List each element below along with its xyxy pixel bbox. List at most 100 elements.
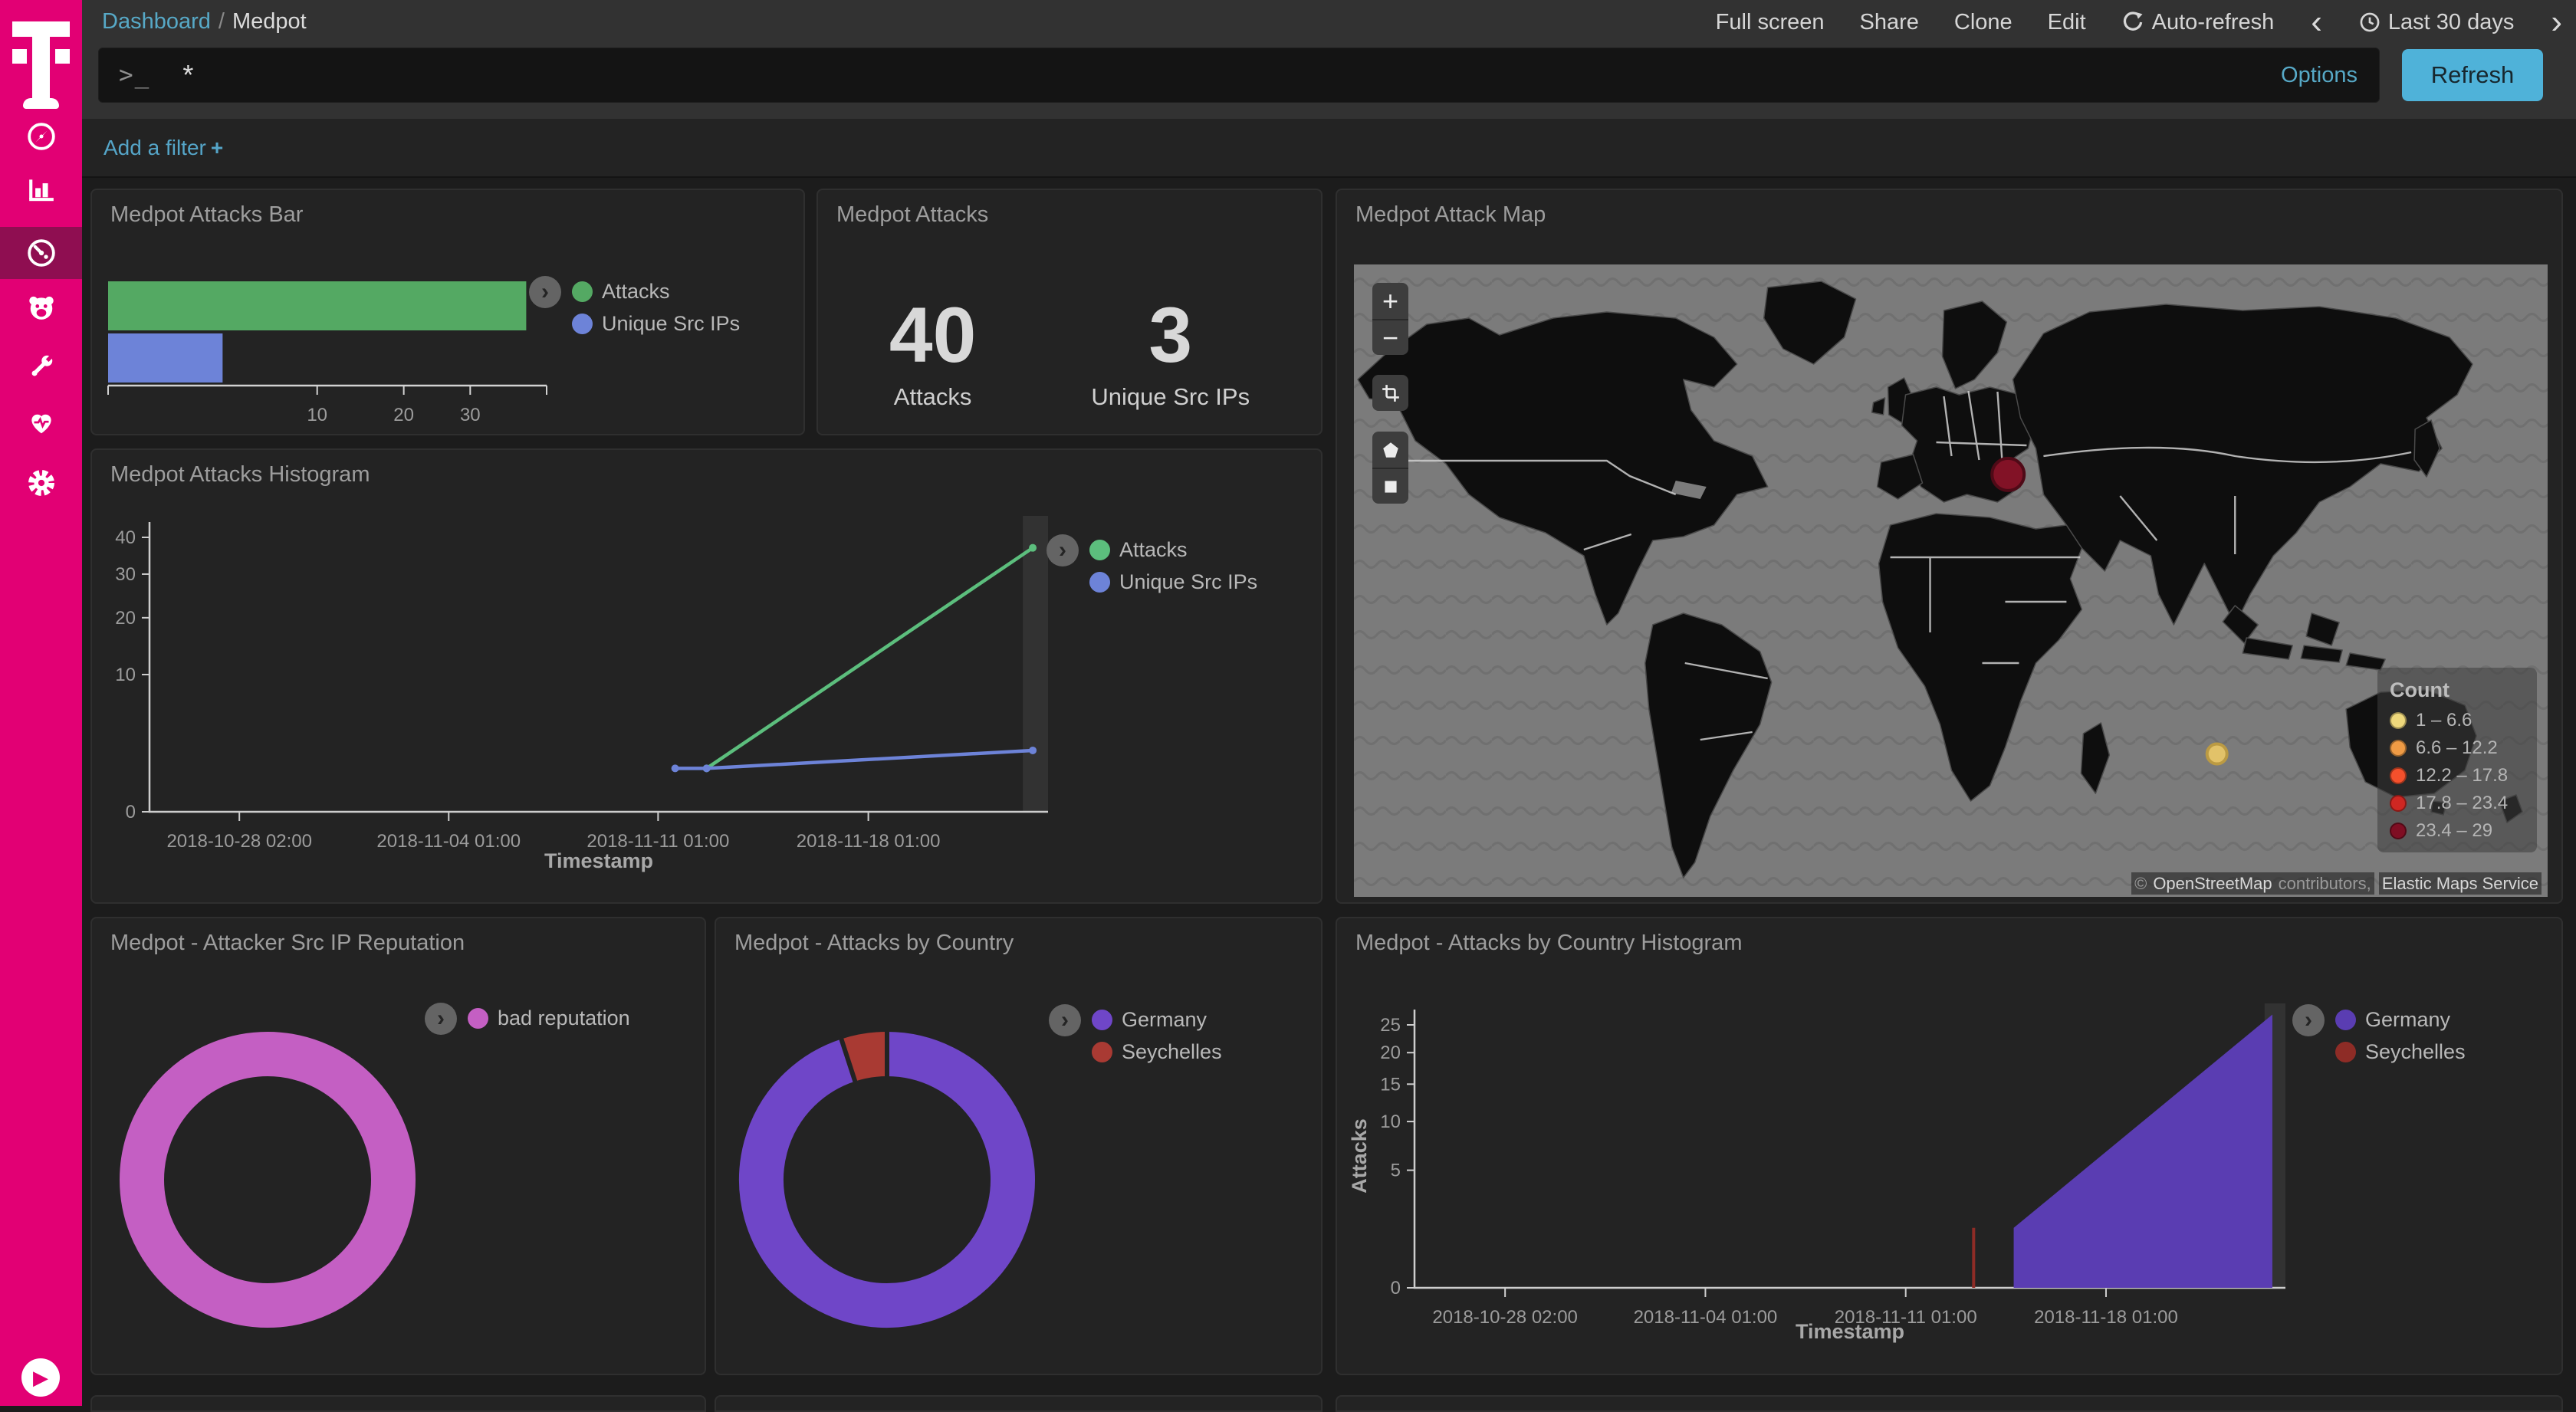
time-range-label: Last 30 days	[2388, 10, 2514, 35]
time-forward-button[interactable]: ›	[2549, 5, 2564, 39]
legend-item-germany[interactable]: Germany	[1092, 1008, 1222, 1032]
chart-legend: › Germany Seychelles	[1049, 1004, 1222, 1064]
breadcrumb-dashboard-link[interactable]: Dashboard	[102, 9, 211, 34]
crop-icon	[1381, 383, 1401, 403]
legend-item-germany[interactable]: Germany	[2335, 1008, 2466, 1032]
series-color-dot	[572, 314, 593, 334]
legend-item-bad-reputation[interactable]: bad reputation	[468, 1006, 630, 1030]
panel-country-histogram: Medpot - Attacks by Country Histogram 05…	[1336, 917, 2563, 1375]
svg-text:30: 30	[460, 405, 481, 425]
legend-label: Germany	[2365, 1008, 2450, 1032]
svg-text:5: 5	[1391, 1161, 1401, 1181]
legend-label: Attacks	[1119, 538, 1188, 562]
gauge-icon	[27, 238, 56, 268]
map-zoom-in-button[interactable]: +	[1372, 283, 1408, 319]
legend-toggle-button[interactable]: ›	[1049, 1004, 1081, 1036]
svg-text:2018-11-11 01:00: 2018-11-11 01:00	[586, 831, 729, 852]
legend-item-unique-src-ips[interactable]: Unique Src IPs	[572, 312, 740, 336]
bucket-color-dot	[2390, 712, 2407, 729]
sidebar-item-visualize[interactable]	[0, 163, 82, 215]
breadcrumb: Dashboard/Medpot	[102, 9, 307, 34]
legend-item-attacks[interactable]: Attacks	[572, 280, 740, 304]
metric-label: Unique Src IPs	[1091, 383, 1250, 411]
legend-item-seychelles[interactable]: Seychelles	[2335, 1040, 2466, 1064]
svg-text:Timestamp: Timestamp	[1796, 1320, 1904, 1343]
series-color-dot	[1092, 1010, 1112, 1030]
legend-item-attacks[interactable]: Attacks	[1089, 538, 1257, 562]
map-fit-bounds-button[interactable]	[1372, 375, 1408, 411]
bucket-color-dot	[2390, 740, 2407, 757]
clone-button[interactable]: Clone	[1954, 10, 2013, 35]
series-color-dot	[1092, 1042, 1112, 1062]
share-button[interactable]: Share	[1860, 10, 1919, 35]
sidebar-item-discover[interactable]	[0, 110, 82, 163]
metric-attacks: 40 Attacks	[889, 296, 976, 411]
legend-toggle-button[interactable]: ›	[529, 276, 561, 308]
sidebar-item-timelion[interactable]	[0, 281, 82, 333]
top-navigation-bar: Dashboard/Medpot Full screen Share Clone…	[82, 0, 2576, 119]
metric-value: 40	[889, 296, 976, 374]
sidebar-item-monitoring[interactable]	[0, 396, 82, 448]
svg-text:2018-11-18 01:00: 2018-11-18 01:00	[797, 831, 941, 852]
map-draw-rectangle-button[interactable]	[1372, 468, 1408, 504]
bucket-color-dot	[2390, 823, 2407, 839]
attacks-histogram-chart[interactable]: 0102030402018-10-28 02:002018-11-04 01:0…	[92, 450, 1321, 902]
legend-item-seychelles[interactable]: Seychelles	[1092, 1040, 1222, 1064]
breadcrumb-current-page: Medpot	[232, 9, 307, 34]
copyright-symbol: ©	[2131, 872, 2150, 895]
full-screen-button[interactable]: Full screen	[1716, 10, 1825, 35]
reputation-donut-chart[interactable]	[92, 918, 705, 1374]
map-attribution: ©OpenStreetMapcontributors, Elastic Maps…	[2131, 874, 2542, 894]
svg-text:20: 20	[1380, 1043, 1401, 1063]
svg-text:0: 0	[1391, 1278, 1401, 1299]
map-controls: + −	[1372, 283, 1408, 504]
time-back-button[interactable]: ‹	[2309, 5, 2324, 39]
country-histogram-chart[interactable]: 05101520252018-10-28 02:002018-11-04 01:…	[1337, 918, 2561, 1374]
map-container: + −	[1354, 264, 2548, 897]
legend-item-unique-src-ips[interactable]: Unique Src IPs	[1089, 570, 1257, 594]
sidebar-item-dashboard[interactable]	[0, 227, 82, 279]
bucket-color-dot	[2390, 795, 2407, 812]
auto-refresh-button[interactable]: Auto-refresh	[2121, 10, 2275, 35]
svg-text:30: 30	[115, 564, 136, 585]
openstreetmap-link[interactable]: OpenStreetMap	[2150, 872, 2275, 895]
map-draw-polygon-button[interactable]	[1372, 432, 1408, 468]
sidebar-item-dev-tools[interactable]	[0, 340, 82, 392]
country-donut-chart[interactable]	[716, 918, 1321, 1374]
metric-group: 40 Attacks 3 Unique Src IPs	[818, 296, 1321, 411]
panel-attacks-bar: Medpot Attacks Bar 102030 › Attacks Uniq…	[90, 189, 805, 435]
legend-toggle-button[interactable]: ›	[2292, 1004, 2325, 1036]
query-options-link[interactable]: Options	[2281, 48, 2358, 103]
svg-text:10: 10	[307, 405, 327, 425]
svg-text:10: 10	[1380, 1112, 1401, 1132]
legend-row: 23.4 – 29	[2390, 820, 2525, 842]
panel-attacks-metric: Medpot Attacks 40 Attacks 3 Unique Src I…	[816, 189, 1322, 435]
legend-title: Count	[2390, 678, 2525, 702]
legend-toggle-button[interactable]: ›	[1046, 534, 1079, 566]
elastic-maps-service-link[interactable]: Elastic Maps Service	[2379, 872, 2542, 895]
metric-value: 3	[1091, 296, 1250, 374]
series-color-dot	[2335, 1010, 2356, 1030]
svg-text:2018-11-04 01:00: 2018-11-04 01:00	[376, 831, 521, 852]
telekom-logo[interactable]	[12, 21, 70, 112]
world-map[interactable]	[1354, 264, 2548, 897]
panel-attacks-by-country: Medpot - Attacks by Country › Germany Se…	[715, 917, 1322, 1375]
edit-button[interactable]: Edit	[2048, 10, 2086, 35]
query-input[interactable]: >_ *	[98, 48, 2380, 103]
refresh-button[interactable]: Refresh	[2402, 49, 2543, 101]
series-color-dot	[1089, 572, 1110, 593]
sidebar-expand-button[interactable]: ▶	[21, 1358, 60, 1397]
panel-title: Medpot Attack Map	[1355, 202, 1546, 228]
sidebar-item-management[interactable]	[0, 457, 82, 509]
next-row-panel	[715, 1395, 1322, 1412]
series-color-dot	[468, 1008, 488, 1029]
legend-toggle-button[interactable]: ›	[425, 1003, 457, 1035]
filter-bar: Add a filter+	[82, 119, 2576, 178]
map-zoom-out-button[interactable]: −	[1372, 319, 1408, 355]
time-picker[interactable]: Last 30 days	[2359, 10, 2514, 35]
legend-label: Seychelles	[1122, 1040, 1222, 1064]
add-filter-link[interactable]: Add a filter+	[104, 136, 223, 160]
compass-icon	[27, 122, 56, 151]
legend-label: Germany	[1122, 1008, 1207, 1032]
svg-text:10: 10	[115, 665, 136, 685]
